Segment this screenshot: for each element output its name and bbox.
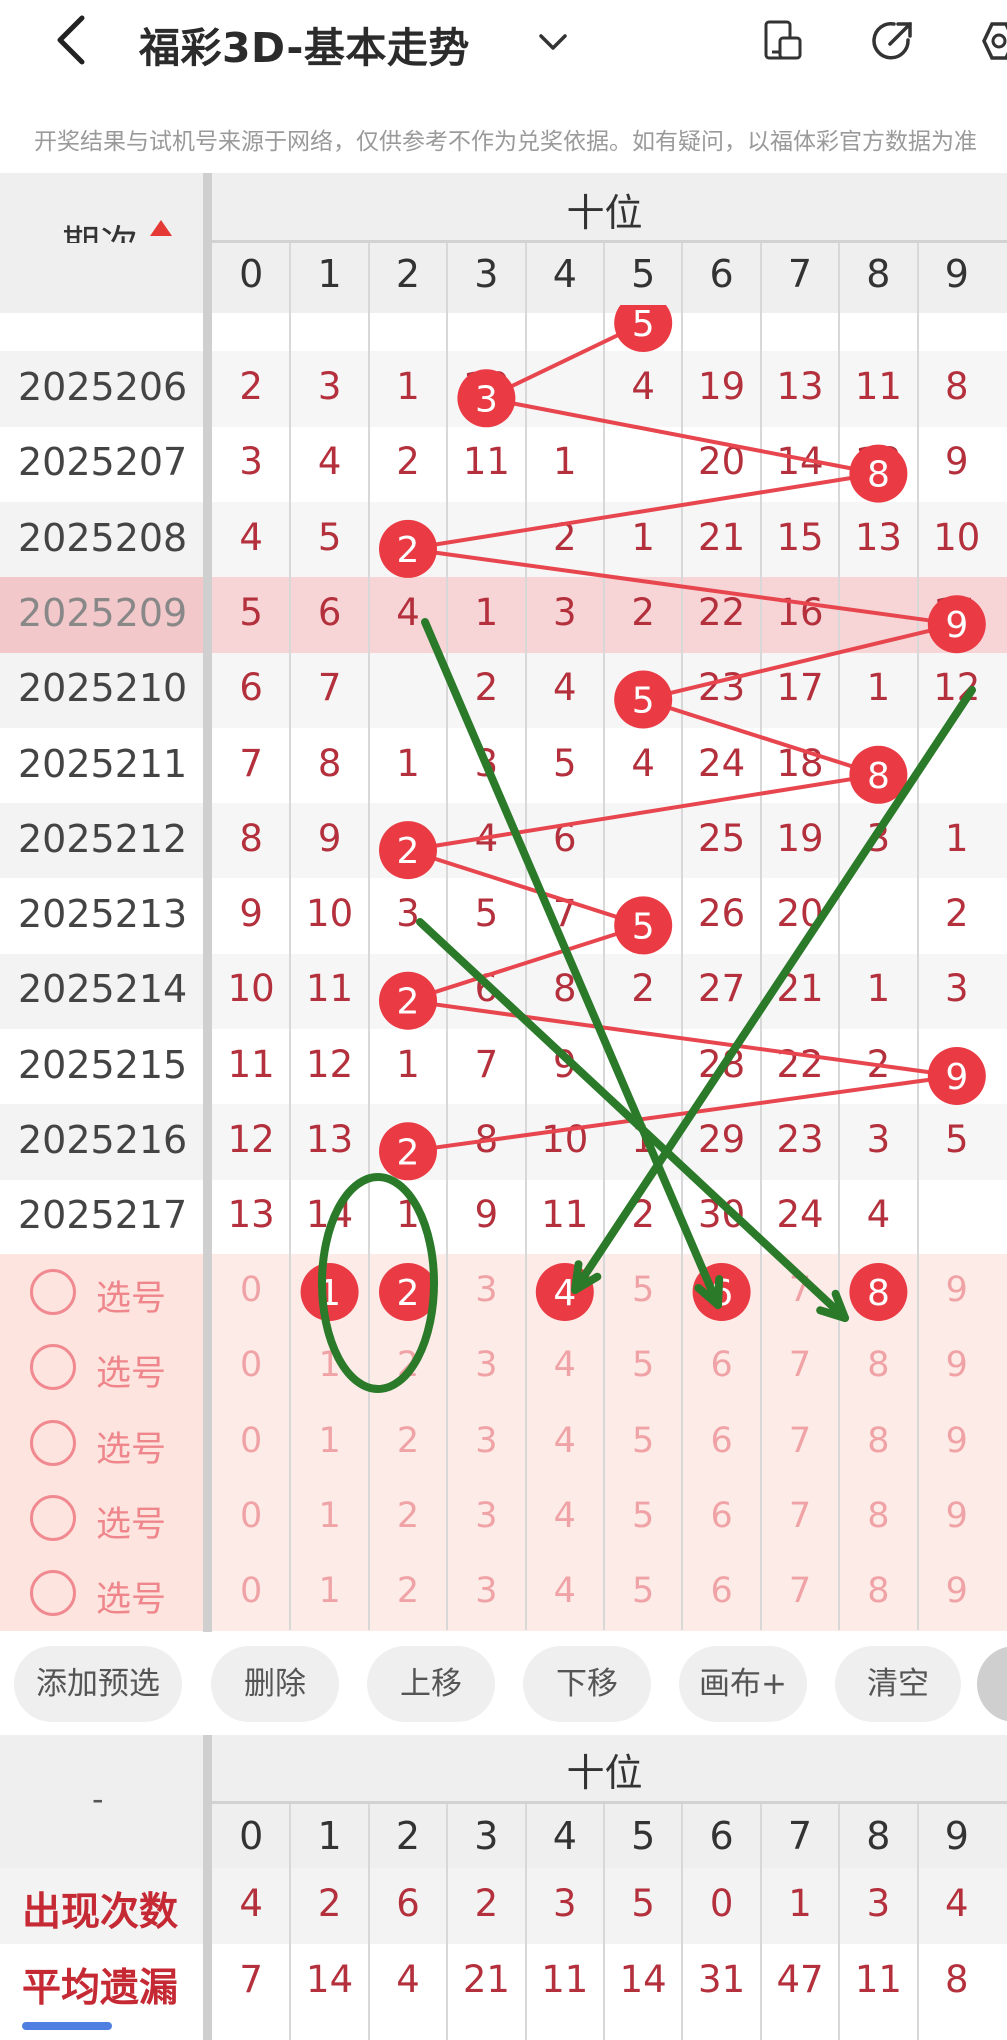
hit-ball-digit: 5 xyxy=(632,304,655,345)
hit-ball-digit: 3 xyxy=(475,379,498,420)
hit-ball-digit: 5 xyxy=(632,906,655,947)
hit-ball-digit: 5 xyxy=(632,681,655,722)
hit-ball-digit: 2 xyxy=(397,1132,420,1173)
annotation-stroke xyxy=(571,686,976,1294)
selected-pick-digit: 8 xyxy=(867,1273,890,1314)
hit-ball-digit: 9 xyxy=(945,605,968,646)
selected-pick-digit: 2 xyxy=(397,1273,420,1314)
hit-ball-digit: 2 xyxy=(397,530,420,571)
hit-ball-digit: 8 xyxy=(867,756,890,797)
hit-ball-digit: 2 xyxy=(397,982,420,1023)
trend-overlay: 453829582529212468 xyxy=(300,219,986,1393)
hit-ball-digit: 2 xyxy=(397,831,420,872)
hit-ball-digit: 4 xyxy=(553,229,576,270)
annotation-stroke xyxy=(714,1275,724,1309)
hit-ball-digit: 9 xyxy=(945,1057,968,1098)
hit-ball xyxy=(536,219,594,277)
hit-ball-digit: 8 xyxy=(867,455,890,496)
